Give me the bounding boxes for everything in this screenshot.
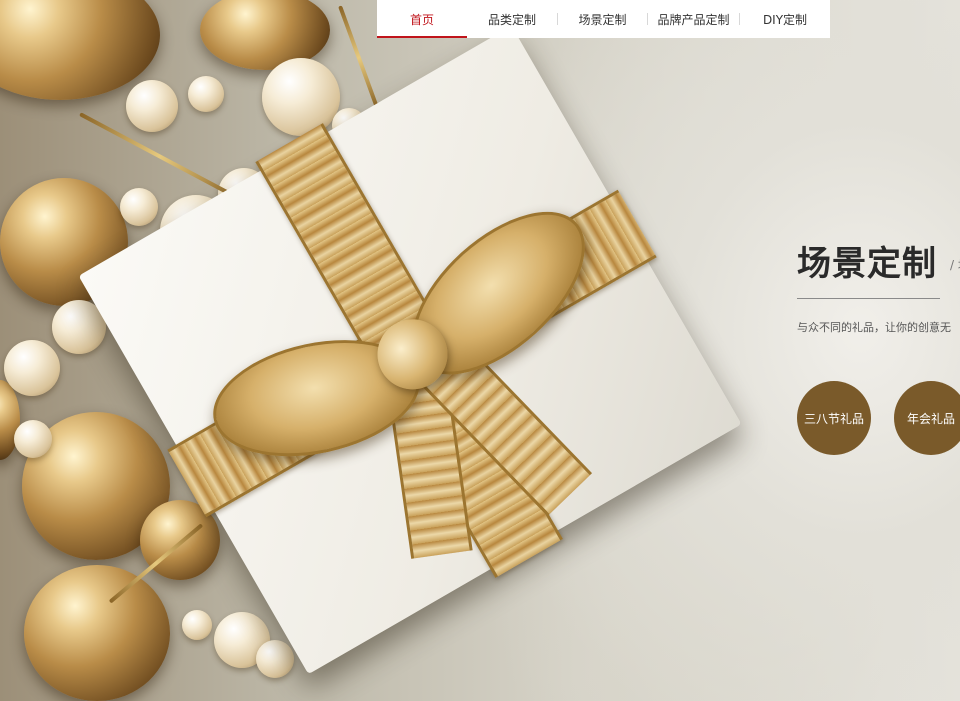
nav-item-label: 品牌产品定制 [657,12,730,27]
nav-item-label: DIY定制 [762,12,808,27]
hero-banner-image [0,0,960,701]
nav-item-home[interactable]: 首页 [377,0,467,38]
scene-title: 场景定制 [797,244,937,284]
pearl-bead [256,640,294,678]
pearl-bead [120,188,158,226]
pearl-bead [126,80,178,132]
gold-wire [338,5,380,111]
scene-button-womens-day[interactable]: 三八节礼品 [797,381,871,455]
pearl-bead [4,340,60,396]
nav-item-category[interactable]: 品类定制 [467,0,557,38]
nav-item-diy[interactable]: DIY定制 [740,0,830,38]
ornament-ball [24,565,170,701]
pearl-bead [188,76,224,112]
scene-button-annual-meeting[interactable]: 年会礼品 [894,381,960,455]
pearl-bead [14,420,52,458]
scene-button-label: 年会礼品 [906,411,955,426]
scene-button-label: 三八节礼品 [803,411,864,426]
nav-item-label: 场景定制 [578,12,627,27]
pearl-bead [182,610,212,640]
nav-item-brand[interactable]: 品牌产品定制 [648,0,739,38]
pearl-bead [262,58,340,136]
nav-item-scene[interactable]: 场景定制 [558,0,647,38]
top-nav: 首页 品类定制 场景定制 品牌产品定制 DIY定制 [377,0,830,38]
scene-description: 与众不同的礼品，让你的创意无 [797,321,951,334]
nav-item-label: 品类定制 [487,12,536,27]
scene-subtitle: / 场 [950,258,960,272]
nav-item-label: 首页 [409,12,434,27]
scene-divider [797,298,940,299]
